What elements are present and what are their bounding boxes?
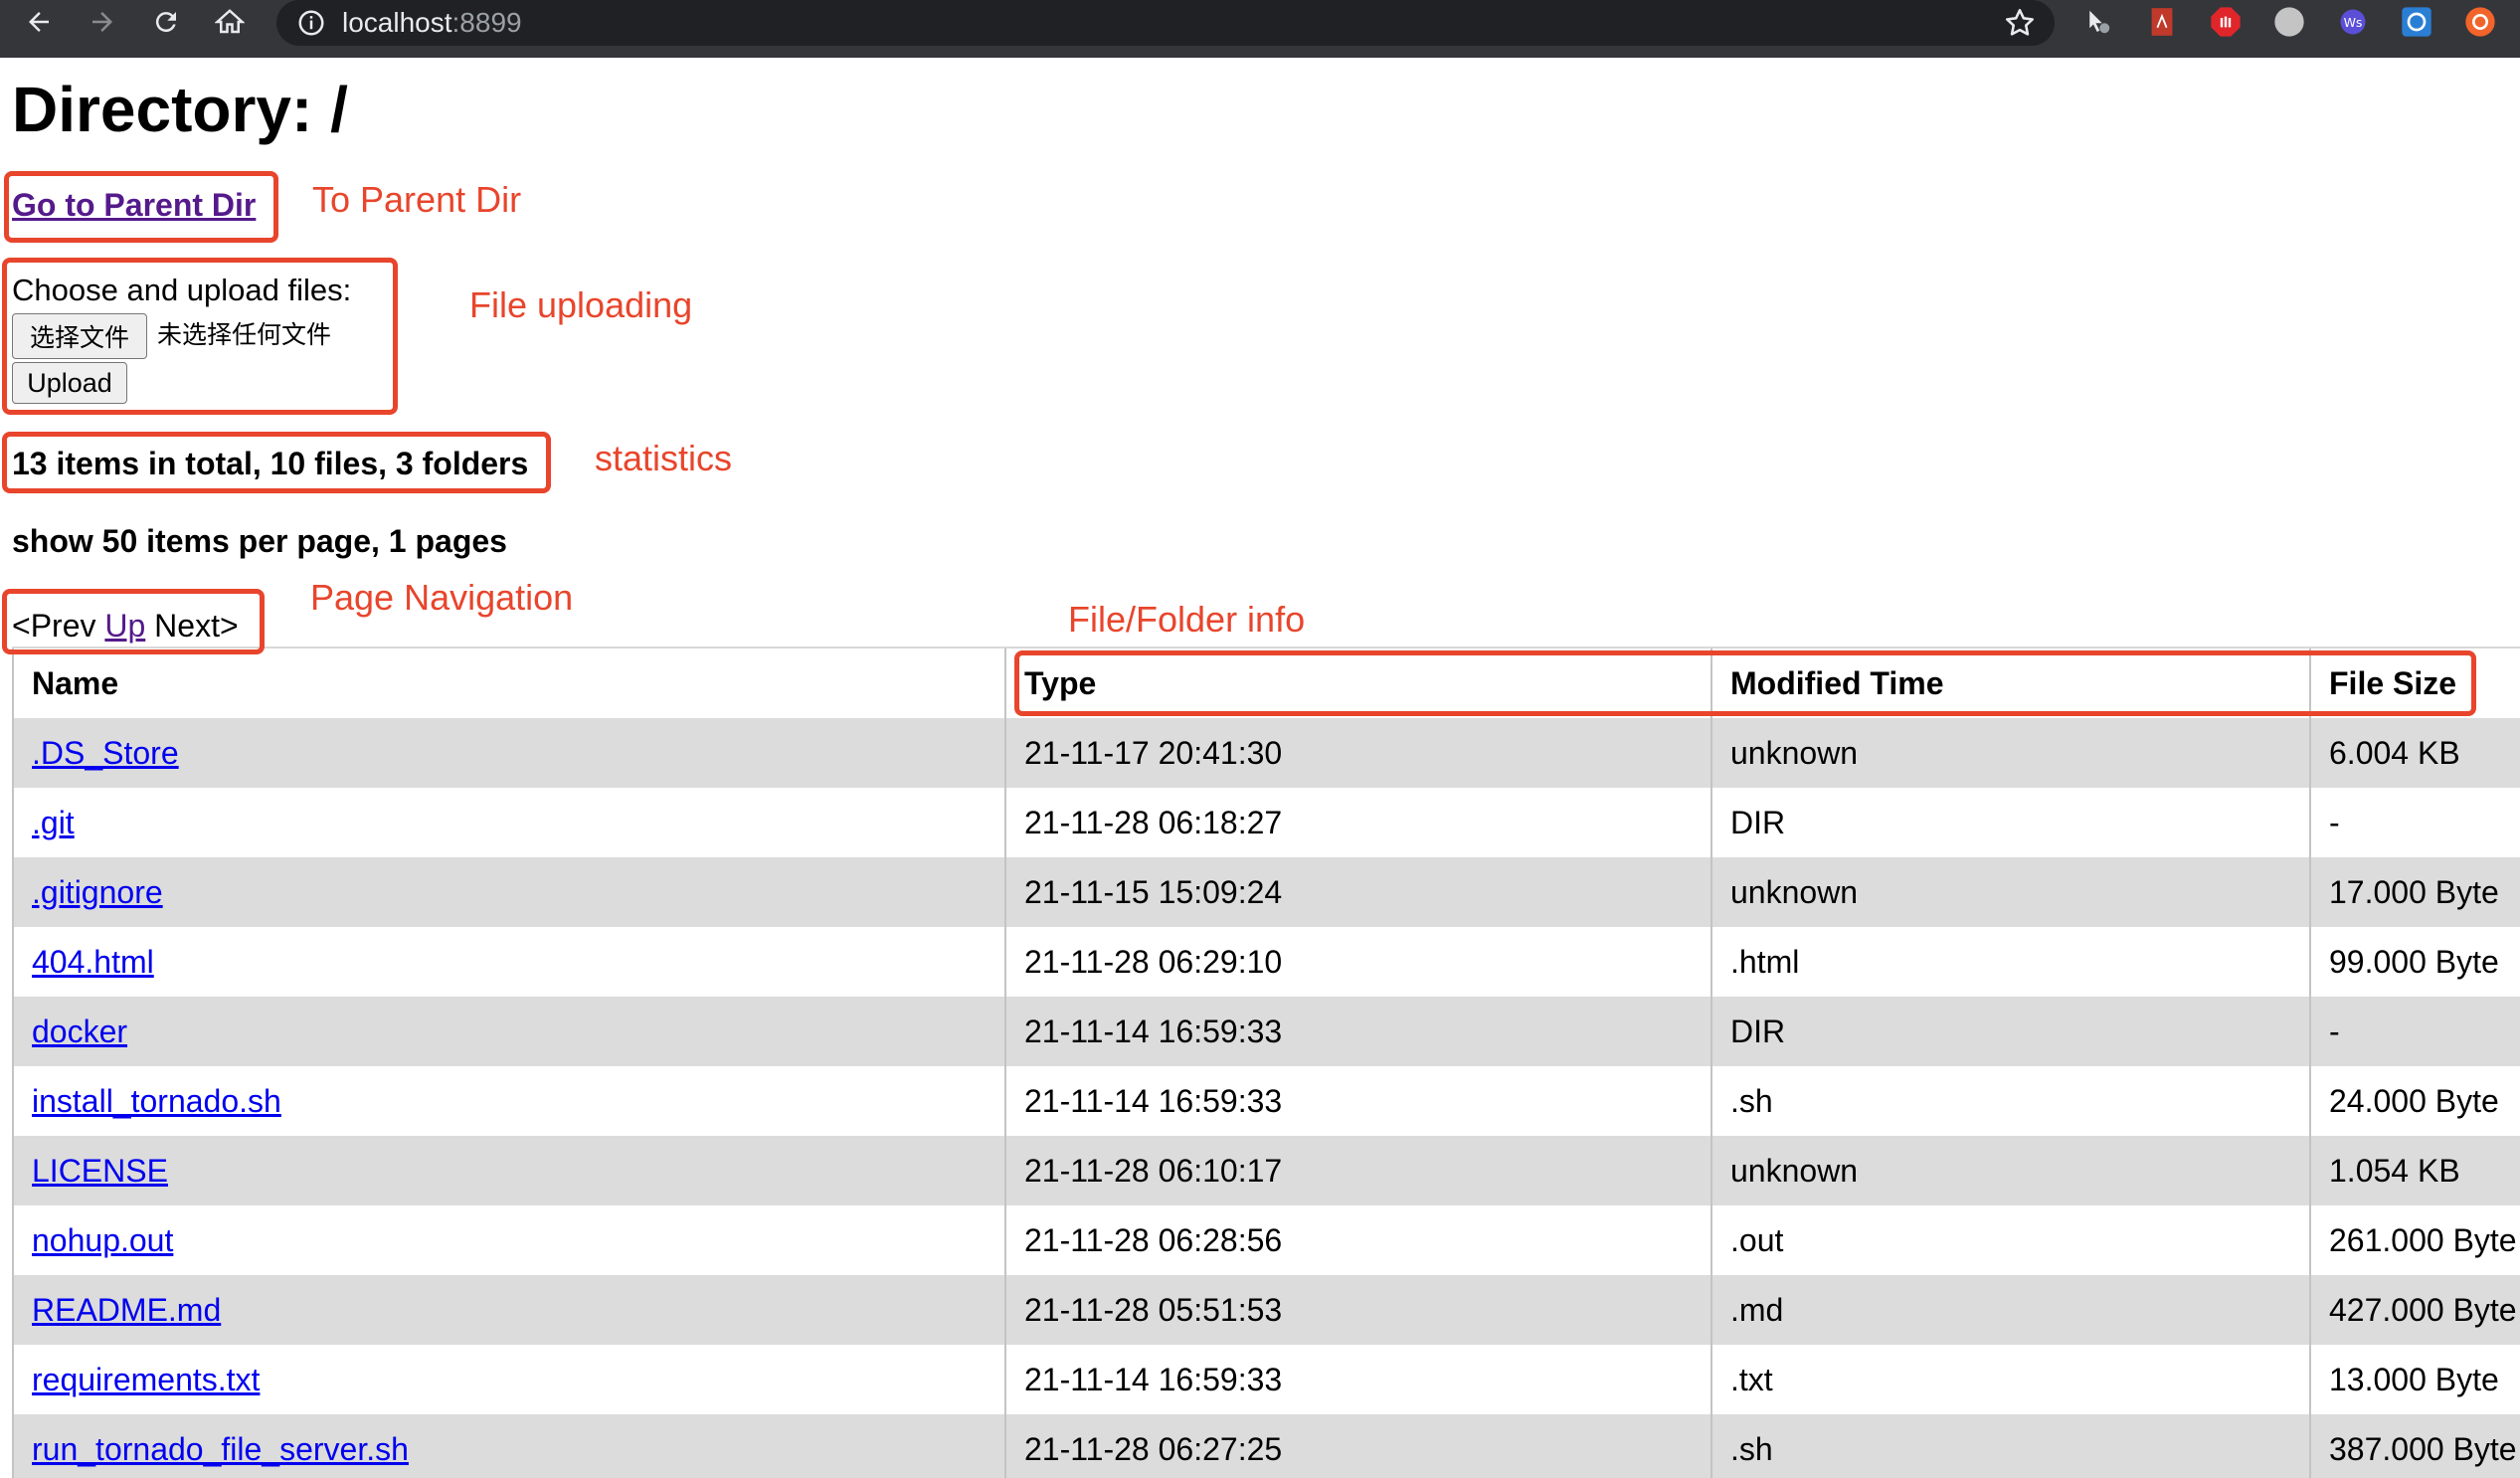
table-row: 404.html 21-11-28 06:29:10 .html 99.000 …: [12, 927, 2520, 997]
cell-modified: unknown: [1710, 718, 2309, 788]
per-page-text: show 50 items per page, 1 pages: [12, 523, 507, 559]
cell-size: 24.000 Byte: [2309, 1066, 2520, 1136]
table-row: requirements.txt 21-11-14 16:59:33 .txt …: [12, 1345, 2520, 1414]
cell-type: 21-11-14 16:59:33: [1004, 1345, 1710, 1414]
annotation-page-navigation: Page Navigation: [310, 577, 574, 618]
file-link[interactable]: nohup.out: [32, 1222, 173, 1258]
browser-toolbar: localhost:8899 Ws: [0, 0, 2520, 58]
url-text[interactable]: localhost:8899: [342, 6, 522, 40]
cell-modified: unknown: [1710, 857, 2309, 927]
table-row: nohup.out 21-11-28 06:28:56 .out 261.000…: [12, 1205, 2520, 1275]
extension-stop-icon[interactable]: [2210, 6, 2242, 38]
url-host: localhost: [342, 7, 452, 38]
table-row: docker 21-11-14 16:59:33 DIR -: [12, 997, 2520, 1066]
cell-size: 387.000 Byte: [2309, 1414, 2520, 1478]
svg-text:Ws: Ws: [2344, 15, 2363, 30]
cell-type: 21-11-14 16:59:33: [1004, 1066, 1710, 1136]
cell-type: 21-11-28 06:18:27: [1004, 788, 1710, 857]
cell-name: run_tornado_file_server.sh: [12, 1414, 1004, 1478]
cell-name: 404.html: [12, 927, 1004, 997]
cell-name: .gitignore: [12, 857, 1004, 927]
cell-name: nohup.out: [12, 1205, 1004, 1275]
cell-size: 17.000 Byte: [2309, 857, 2520, 927]
extension-translate-icon[interactable]: [2401, 6, 2432, 38]
annotation-box-page-navigation: [2, 589, 265, 654]
extension-orange-icon[interactable]: [2464, 6, 2496, 38]
column-header-name: Name: [12, 648, 1004, 718]
url-port: :8899: [451, 7, 522, 38]
cell-size: 99.000 Byte: [2309, 927, 2520, 997]
cell-name: docker: [12, 997, 1004, 1066]
file-link[interactable]: LICENSE: [32, 1153, 168, 1189]
file-link[interactable]: docker: [32, 1014, 127, 1049]
annotation-box-file-folder-info: [1014, 650, 2476, 716]
cell-name: .DS_Store: [12, 718, 1004, 788]
bookmark-star-icon[interactable]: [2003, 6, 2037, 40]
cell-modified: .md: [1710, 1275, 2309, 1345]
cell-size: 427.000 Byte: [2309, 1275, 2520, 1345]
reload-icon[interactable]: [141, 2, 191, 42]
cell-type: 21-11-28 06:27:25: [1004, 1414, 1710, 1478]
cell-size: -: [2309, 997, 2520, 1066]
cell-modified: .sh: [1710, 1066, 2309, 1136]
file-link[interactable]: install_tornado.sh: [32, 1083, 281, 1119]
file-link[interactable]: .DS_Store: [32, 735, 179, 771]
cell-size: 261.000 Byte: [2309, 1205, 2520, 1275]
table-row: .DS_Store 21-11-17 20:41:30 unknown 6.00…: [12, 718, 2520, 788]
address-bar[interactable]: localhost:8899: [276, 0, 2055, 46]
cell-type: 21-11-14 16:59:33: [1004, 997, 1710, 1066]
table-row: run_tornado_file_server.sh 21-11-28 06:2…: [12, 1414, 2520, 1478]
page-title: Directory: /: [12, 74, 348, 145]
back-icon[interactable]: [14, 2, 64, 42]
forward-icon[interactable]: [78, 2, 127, 42]
cell-modified: DIR: [1710, 788, 2309, 857]
annotation-file-folder-info: File/Folder info: [1068, 599, 1306, 640]
cell-size: 6.004 KB: [2309, 718, 2520, 788]
cell-modified: .html: [1710, 927, 2309, 997]
file-link[interactable]: 404.html: [32, 944, 154, 980]
annotation-box-parent-dir: [4, 171, 278, 243]
cell-size: 13.000 Byte: [2309, 1345, 2520, 1414]
cell-modified: .out: [1710, 1205, 2309, 1275]
cell-type: 21-11-28 05:51:53: [1004, 1275, 1710, 1345]
file-link[interactable]: .git: [32, 805, 75, 840]
cell-modified: unknown: [1710, 1136, 2309, 1205]
home-icon[interactable]: [205, 2, 255, 42]
cell-modified: .sh: [1710, 1414, 2309, 1478]
annotation-statistics: statistics: [595, 438, 733, 478]
annotation-box-file-uploading: [2, 258, 398, 415]
extension-ws-icon[interactable]: Ws: [2337, 6, 2369, 38]
cell-name: LICENSE: [12, 1136, 1004, 1205]
cell-name: install_tornado.sh: [12, 1066, 1004, 1136]
cell-name: .git: [12, 788, 1004, 857]
table-row: .git 21-11-28 06:18:27 DIR -: [12, 788, 2520, 857]
cell-type: 21-11-28 06:10:17: [1004, 1136, 1710, 1205]
file-table: Name Type Modified Time File Size .DS_St…: [12, 647, 2520, 1478]
info-icon[interactable]: [296, 8, 326, 38]
annotation-box-statistics: [2, 432, 551, 493]
file-link[interactable]: run_tornado_file_server.sh: [32, 1431, 409, 1467]
cell-modified: .txt: [1710, 1345, 2309, 1414]
file-link[interactable]: README.md: [32, 1292, 221, 1328]
cell-type: 21-11-28 06:29:10: [1004, 927, 1710, 997]
cell-size: -: [2309, 788, 2520, 857]
cell-type: 21-11-28 06:28:56: [1004, 1205, 1710, 1275]
cell-type: 21-11-15 15:09:24: [1004, 857, 1710, 927]
table-row: install_tornado.sh 21-11-14 16:59:33 .sh…: [12, 1066, 2520, 1136]
extension-pdf-icon[interactable]: [2146, 6, 2178, 38]
extension-cursor-icon[interactable]: [2082, 6, 2114, 38]
extension-grey-circle-icon[interactable]: [2273, 6, 2305, 38]
file-link[interactable]: .gitignore: [32, 874, 163, 910]
cell-type: 21-11-17 20:41:30: [1004, 718, 1710, 788]
cell-name: requirements.txt: [12, 1345, 1004, 1414]
cell-modified: DIR: [1710, 997, 2309, 1066]
cell-size: 1.054 KB: [2309, 1136, 2520, 1205]
annotation-file-uploading: File uploading: [469, 284, 693, 325]
table-row: LICENSE 21-11-28 06:10:17 unknown 1.054 …: [12, 1136, 2520, 1205]
table-row: README.md 21-11-28 05:51:53 .md 427.000 …: [12, 1275, 2520, 1345]
cell-name: README.md: [12, 1275, 1004, 1345]
file-link[interactable]: requirements.txt: [32, 1362, 260, 1397]
table-row: .gitignore 21-11-15 15:09:24 unknown 17.…: [12, 857, 2520, 927]
annotation-parent-dir: To Parent Dir: [312, 179, 522, 220]
